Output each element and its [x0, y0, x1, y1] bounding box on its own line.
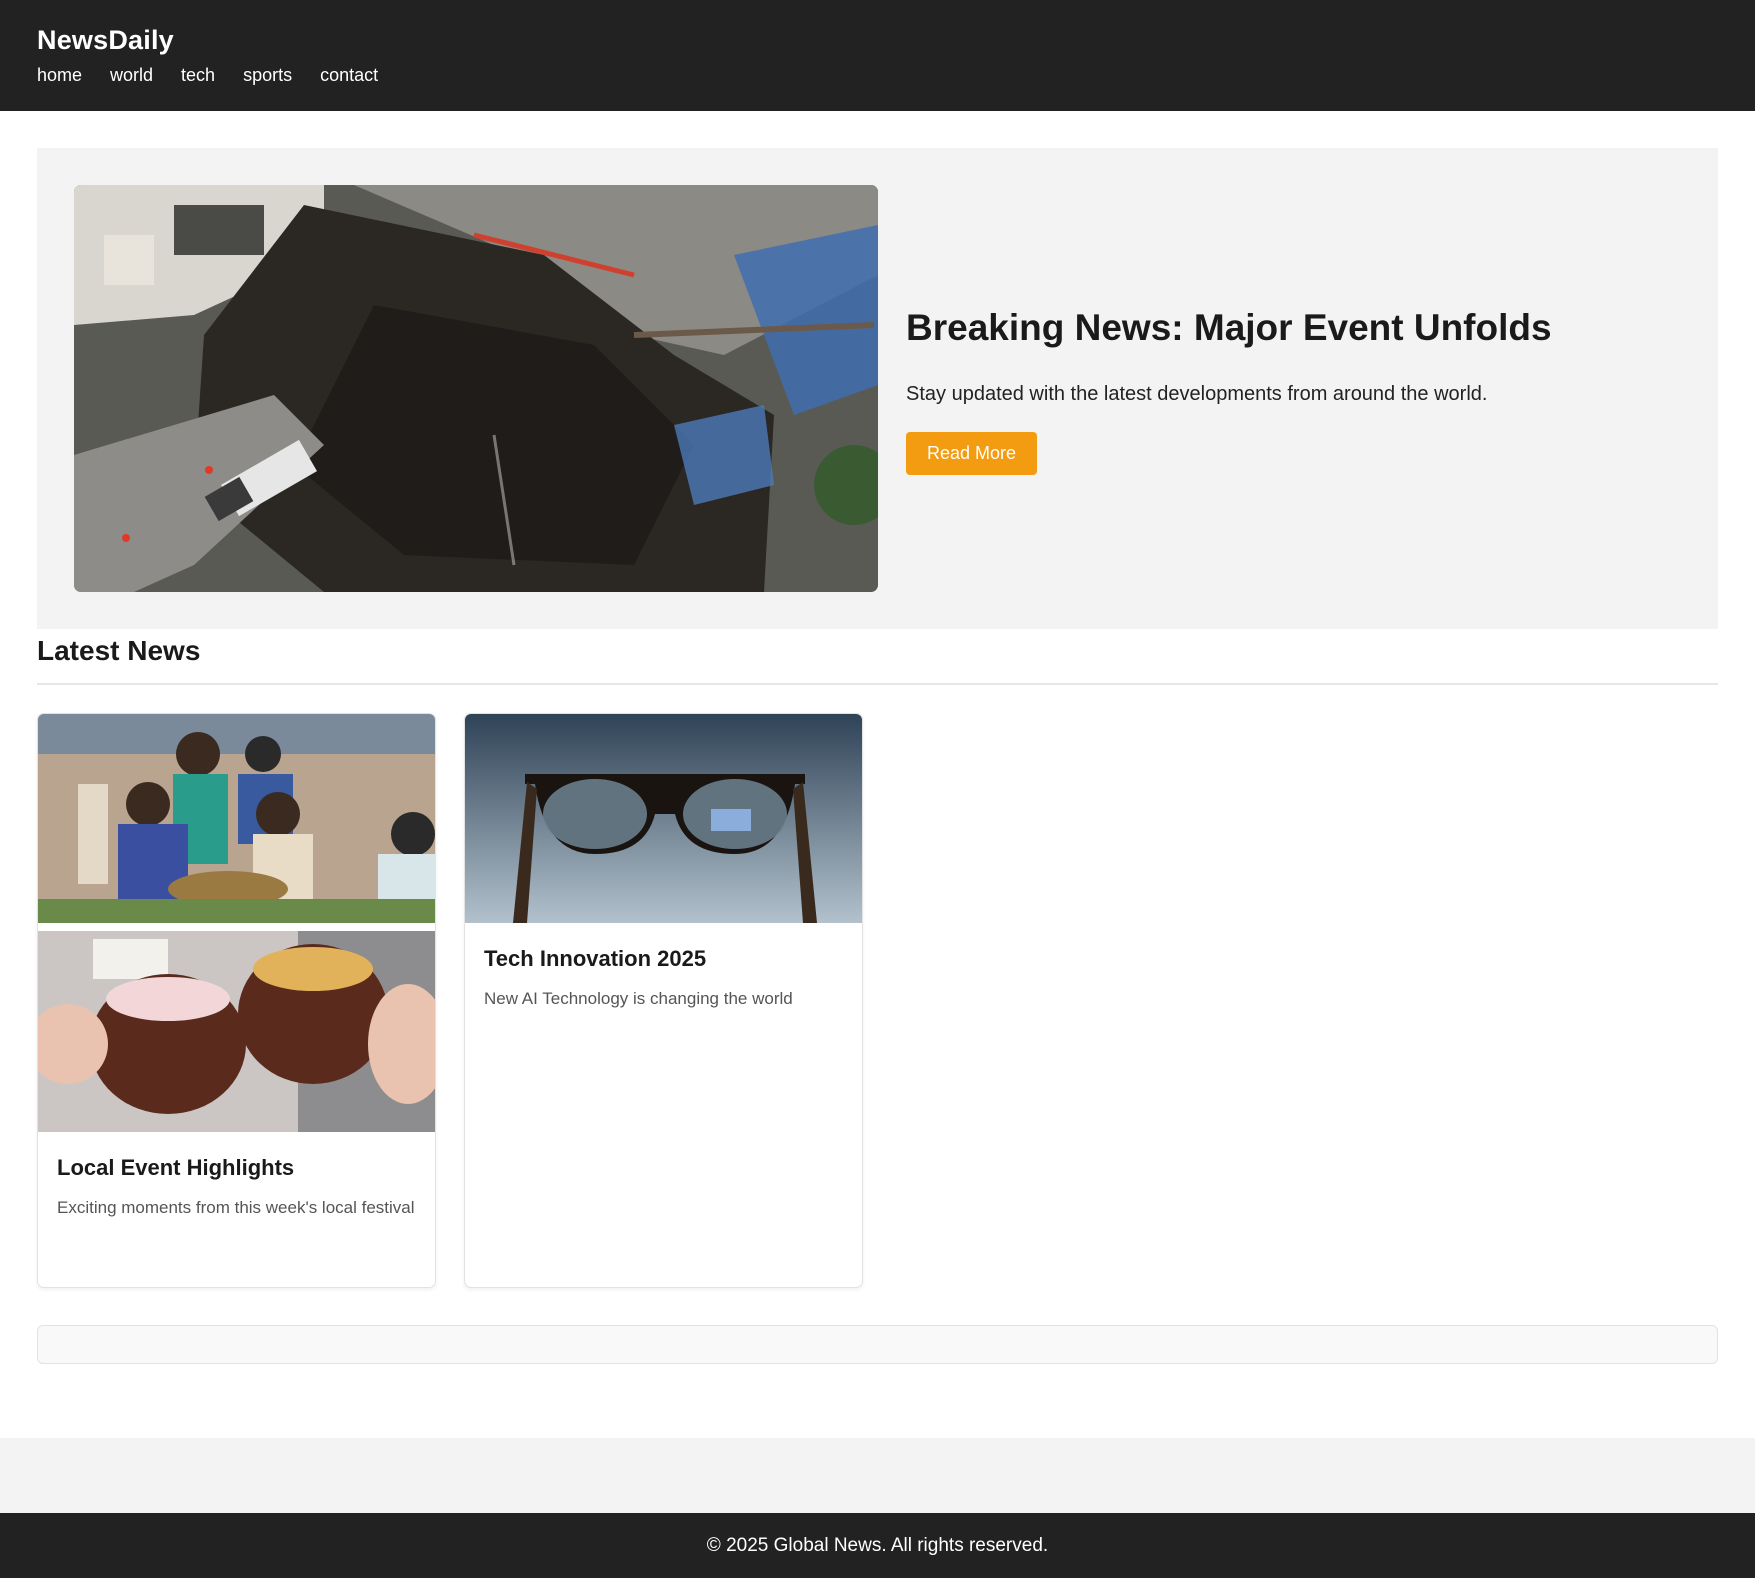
- card-body: Tech Innovation 2025 New AI Technology i…: [484, 945, 843, 1013]
- main-nav: home world tech sports contact: [37, 62, 1718, 88]
- empty-panel: [37, 1325, 1718, 1364]
- nav-sports[interactable]: sports: [243, 62, 292, 88]
- hero-title: Breaking News: Major Event Unfolds: [906, 307, 1552, 348]
- nav-home[interactable]: home: [37, 62, 82, 88]
- news-card-local-event[interactable]: Local Event Highlights Exciting moments …: [37, 713, 436, 1288]
- hero-description: Stay updated with the latest development…: [906, 383, 1488, 405]
- nav-contact[interactable]: contact: [320, 62, 378, 88]
- nav-tech[interactable]: tech: [181, 62, 215, 88]
- copyright-text: © 2025 Global News. All rights reserved.: [706, 1535, 1049, 1556]
- hero-text: Breaking News: Major Event Unfolds Stay …: [906, 306, 1686, 475]
- section-divider: [37, 683, 1718, 685]
- sinkhole-photo: [74, 185, 878, 592]
- card-title[interactable]: Local Event Highlights: [57, 1154, 416, 1182]
- latest-news-heading: Latest News: [37, 635, 201, 666]
- read-more-button[interactable]: Read More: [906, 432, 1038, 475]
- card-description: New AI Technology is changing the world: [484, 989, 793, 1008]
- site-header: NewsDaily home world tech sports contact: [0, 0, 1755, 111]
- site-logo[interactable]: NewsDaily: [37, 22, 1718, 58]
- card-image-festival: [38, 714, 435, 1132]
- card-title[interactable]: Tech Innovation 2025: [484, 945, 843, 973]
- pre-footer-band: [0, 1438, 1755, 1513]
- hero-section: Breaking News: Major Event Unfolds Stay …: [37, 148, 1718, 629]
- news-card-tech-innovation[interactable]: Tech Innovation 2025 New AI Technology i…: [464, 713, 863, 1288]
- card-body: Local Event Highlights Exciting moments …: [57, 1154, 416, 1222]
- hero-image: [74, 185, 878, 592]
- nav-world[interactable]: world: [110, 62, 153, 88]
- site-footer: © 2025 Global News. All rights reserved.: [0, 1513, 1755, 1578]
- card-description: Exciting moments from this week's local …: [57, 1198, 415, 1217]
- card-image-smart-glasses: [465, 714, 862, 923]
